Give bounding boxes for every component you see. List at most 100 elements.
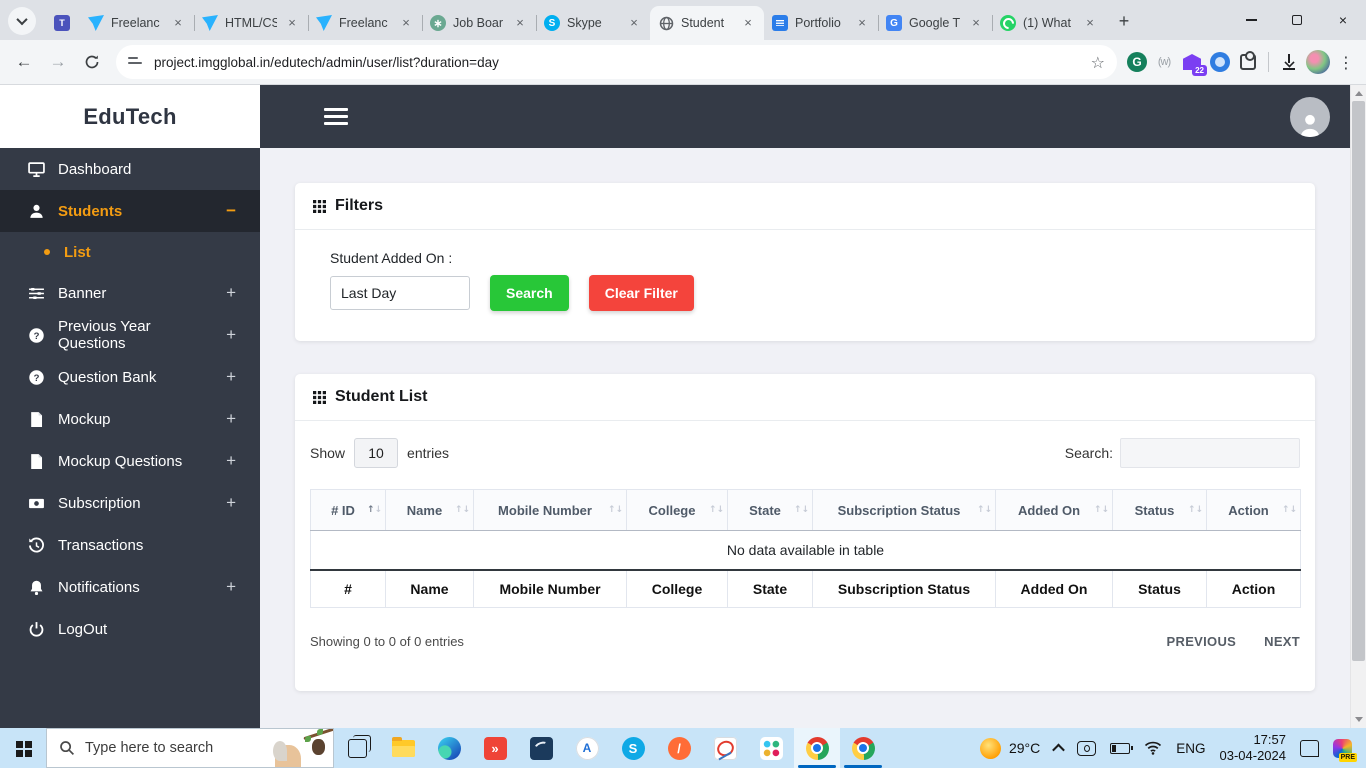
language-indicator[interactable]: ENG [1176, 741, 1205, 756]
user-avatar[interactable] [1290, 96, 1330, 137]
tab-student-active[interactable]: Student × [650, 6, 764, 40]
tab-job-board[interactable]: ∗ Job Boar × [422, 6, 536, 40]
clear-filter-button[interactable]: Clear Filter [588, 275, 694, 311]
chrome-button-2[interactable] [840, 728, 886, 768]
sidebar-item-mockup-questions[interactable]: Mockup Questions + [0, 440, 260, 482]
tab-close-icon[interactable]: × [512, 15, 528, 31]
edge-button[interactable] [426, 728, 472, 768]
tab-freelancer-2[interactable]: Freelanc × [308, 6, 422, 40]
browser-profile-avatar[interactable] [1306, 50, 1330, 74]
file-explorer-button[interactable] [380, 728, 426, 768]
sidebar-item-previous-year-questions[interactable]: ? Previous Year Questions + [0, 314, 260, 356]
back-button[interactable]: ← [10, 48, 38, 76]
student-added-on-select[interactable]: Last Day [330, 276, 470, 310]
snipping-tool-button[interactable] [702, 728, 748, 768]
tab-search-button[interactable] [8, 7, 36, 35]
modeling-tool-button[interactable]: A [564, 728, 610, 768]
tab-close-icon[interactable]: × [284, 15, 300, 31]
column-header-subscription[interactable]: Subscription Status ↑ ↓ [812, 489, 996, 531]
pinned-tab-teams[interactable]: T [44, 6, 80, 40]
reload-button[interactable] [78, 48, 106, 76]
scrollbar-thumb[interactable] [1352, 101, 1365, 661]
tab-close-icon[interactable]: × [854, 15, 870, 31]
sidebar-item-dashboard[interactable]: Dashboard [0, 148, 260, 190]
forward-button[interactable]: → [44, 48, 72, 76]
column-header-mobile[interactable]: Mobile Number ↑ ↓ [473, 489, 627, 531]
bookmark-star-icon[interactable]: ☆ [1091, 53, 1105, 72]
window-maximize-button[interactable] [1274, 0, 1320, 40]
blue-extension-icon[interactable] [1209, 51, 1231, 73]
hamburger-menu-icon[interactable] [324, 104, 348, 129]
sidebar-item-mockup[interactable]: Mockup + [0, 398, 260, 440]
tab-portfolio[interactable]: Portfolio × [764, 6, 878, 40]
tab-whatsapp[interactable]: (1) What × [992, 6, 1106, 40]
wave-extension-icon[interactable]: (w) [1153, 51, 1175, 73]
expand-plus-icon[interactable]: + [226, 409, 236, 429]
tab-close-icon[interactable]: × [626, 15, 642, 31]
clock[interactable]: 17:57 03-04-2024 [1220, 732, 1287, 765]
column-header-college[interactable]: College ↑ ↓ [626, 489, 728, 531]
screen-cast-icon[interactable] [1077, 740, 1097, 756]
column-header-action[interactable]: Action ↑ ↓ [1206, 489, 1301, 531]
taskbar-search-input[interactable] [85, 740, 261, 756]
table-search-input[interactable] [1120, 438, 1300, 468]
slack-button[interactable] [748, 728, 794, 768]
collapse-minus-icon[interactable]: − [226, 201, 236, 221]
window-close-button[interactable]: × [1320, 0, 1366, 40]
address-bar[interactable]: project.imgglobal.in/edutech/admin/user/… [116, 45, 1117, 79]
weather-widget[interactable]: 29°C [979, 737, 1040, 759]
previous-page-button[interactable]: PREVIOUS [1167, 634, 1237, 649]
battery-icon[interactable] [1110, 742, 1134, 754]
extensions-puzzle-icon[interactable] [1237, 51, 1259, 73]
tab-htmlcss[interactable]: HTML/CS × [194, 6, 308, 40]
skype-button[interactable]: S [610, 728, 656, 768]
notification-center-icon[interactable] [1300, 739, 1319, 757]
column-header-status[interactable]: Status ↑ ↓ [1112, 489, 1207, 531]
next-page-button[interactable]: NEXT [1264, 634, 1300, 649]
expand-plus-icon[interactable]: + [226, 367, 236, 387]
column-header-id[interactable]: # ID ↑ ↓ [310, 489, 386, 531]
site-info-icon[interactable] [128, 54, 144, 70]
sidebar-item-question-bank[interactable]: ? Question Bank + [0, 356, 260, 398]
tab-close-icon[interactable]: × [1082, 15, 1098, 31]
tab-skype[interactable]: S Skype × [536, 6, 650, 40]
start-button[interactable] [0, 728, 46, 768]
sidebar-item-subscription[interactable]: Subscription + [0, 482, 260, 524]
window-minimize-button[interactable] [1228, 0, 1274, 40]
expand-plus-icon[interactable]: + [226, 325, 236, 345]
column-header-name[interactable]: Name ↑ ↓ [385, 489, 474, 531]
sidebar-item-notifications[interactable]: Notifications + [0, 566, 260, 608]
sidebar-item-transactions[interactable]: Transactions [0, 524, 260, 566]
column-header-state[interactable]: State ↑ ↓ [727, 489, 813, 531]
chrome-button-active[interactable] [794, 728, 840, 768]
new-tab-button[interactable]: + [1110, 7, 1138, 35]
sidebar-item-logout[interactable]: LogOut [0, 608, 260, 650]
tab-close-icon[interactable]: × [398, 15, 414, 31]
downloads-icon[interactable] [1278, 51, 1300, 73]
wifi-icon[interactable] [1144, 741, 1162, 755]
anydesk-button[interactable]: » [472, 728, 518, 768]
expand-plus-icon[interactable]: + [226, 577, 236, 597]
page-scrollbar[interactable] [1350, 85, 1366, 728]
sidebar-item-list[interactable]: List [0, 232, 260, 272]
page-length-select[interactable]: 10 [354, 438, 399, 468]
expand-plus-icon[interactable]: + [226, 451, 236, 471]
search-button[interactable]: Search [490, 275, 569, 311]
tab-freelancer-1[interactable]: Freelanc × [80, 6, 194, 40]
menu-kebab-icon[interactable]: ⋮ [1336, 53, 1356, 72]
copilot-icon[interactable]: PRE [1333, 738, 1357, 762]
sidebar-item-banner[interactable]: Banner + [0, 272, 260, 314]
column-header-added-on[interactable]: Added On ↑ ↓ [995, 489, 1113, 531]
postman-button[interactable]: / [656, 728, 702, 768]
mysql-workbench-button[interactable] [518, 728, 564, 768]
task-view-button[interactable] [334, 728, 380, 768]
tab-close-icon[interactable]: × [740, 15, 756, 31]
hidden-icons-chevron[interactable] [1052, 743, 1066, 756]
expand-plus-icon[interactable]: + [226, 283, 236, 303]
tab-google-translate[interactable]: G Google T × [878, 6, 992, 40]
taskbar-search-box[interactable] [46, 728, 334, 768]
grammarly-extension-icon[interactable]: G [1127, 52, 1147, 72]
tab-close-icon[interactable]: × [968, 15, 984, 31]
purple-extension-icon[interactable]: 22 [1181, 51, 1207, 76]
sidebar-item-students[interactable]: Students − [0, 190, 260, 232]
